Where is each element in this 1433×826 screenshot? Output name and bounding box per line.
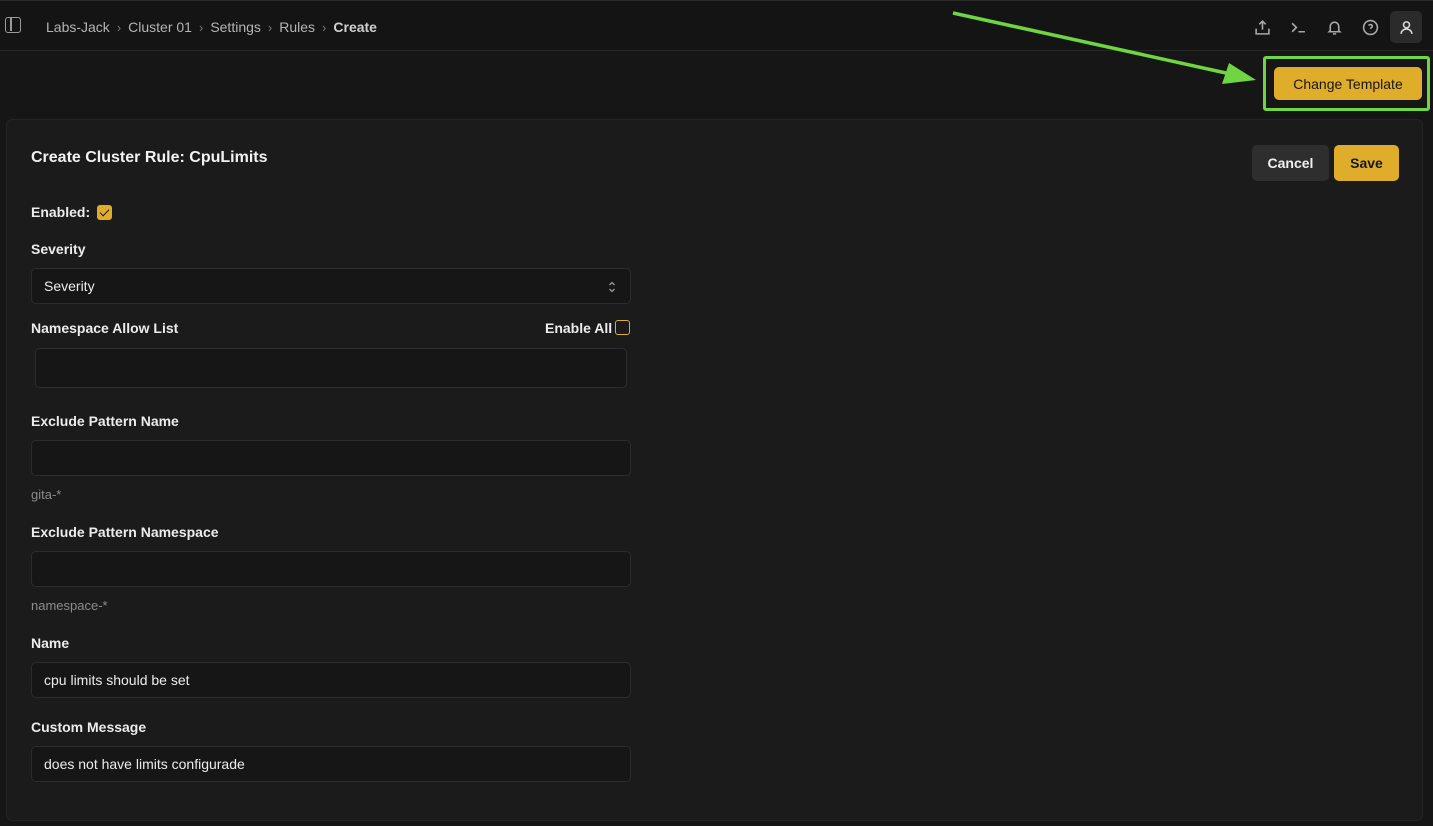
breadcrumb-item-cluster[interactable]: Cluster 01 (128, 19, 192, 35)
terminal-icon[interactable] (1282, 11, 1314, 43)
breadcrumb-item-settings[interactable]: Settings (210, 19, 261, 35)
top-bar: Labs-Jack › Cluster 01 › Settings › Rule… (0, 0, 1433, 51)
severity-select[interactable]: Severity (31, 268, 631, 304)
enable-all-checkbox[interactable] (615, 320, 630, 335)
namespace-allow-label: Namespace Allow List (31, 320, 179, 336)
change-template-button[interactable]: Change Template (1274, 67, 1422, 100)
breadcrumb: Labs-Jack › Cluster 01 › Settings › Rule… (46, 18, 377, 36)
custom-message-input[interactable]: does not have limits configurade (31, 746, 631, 782)
name-input[interactable]: cpu limits should be set (31, 662, 631, 698)
chevron-right-icon: › (322, 19, 327, 35)
sidebar-toggle-icon[interactable] (5, 17, 21, 33)
severity-label: Severity (31, 241, 86, 257)
enabled-label: Enabled: (31, 204, 91, 220)
breadcrumb-item-rules[interactable]: Rules (279, 19, 315, 35)
exclude-name-label: Exclude Pattern Name (31, 413, 179, 429)
breadcrumb-item-create: Create (333, 19, 377, 35)
rule-form-card: Create Cluster Rule: CpuLimits Cancel Sa… (6, 119, 1423, 821)
upload-icon[interactable] (1246, 11, 1278, 43)
page-title: Create Cluster Rule: CpuLimits (31, 149, 268, 166)
select-chevron-icon (609, 281, 615, 293)
enable-all-label: Enable All (545, 320, 613, 336)
name-label: Name (31, 635, 70, 651)
help-icon[interactable] (1354, 11, 1386, 43)
enabled-checkbox[interactable] (97, 205, 112, 220)
chevron-right-icon: › (267, 19, 273, 35)
severity-select-value: Severity (44, 278, 95, 294)
exclude-name-input[interactable] (31, 440, 631, 476)
top-icons (1246, 11, 1422, 43)
namespace-allow-input[interactable] (35, 348, 627, 388)
breadcrumb-item-labs-jack[interactable]: Labs-Jack (46, 19, 110, 35)
change-template-highlight: Change Template (1263, 56, 1430, 111)
exclude-name-hint: gita-* (31, 487, 62, 502)
save-button[interactable]: Save (1334, 145, 1399, 181)
user-icon[interactable] (1390, 11, 1422, 43)
exclude-ns-hint: namespace-* (31, 598, 108, 613)
exclude-ns-label: Exclude Pattern Namespace (31, 524, 219, 540)
chevron-right-icon: › (116, 19, 122, 35)
exclude-ns-input[interactable] (31, 551, 631, 587)
cancel-button[interactable]: Cancel (1252, 145, 1329, 181)
bell-icon[interactable] (1318, 11, 1350, 43)
chevron-right-icon: › (198, 19, 204, 35)
custom-message-label: Custom Message (31, 719, 147, 735)
